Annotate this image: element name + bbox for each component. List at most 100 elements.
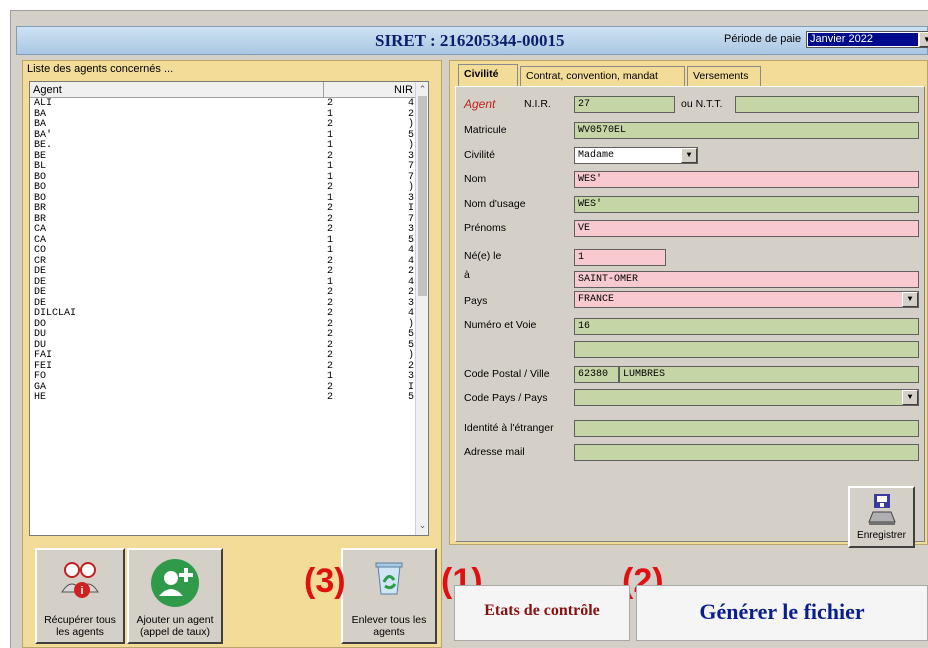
nom-field[interactable]: WES'	[574, 171, 919, 188]
agent-nir-cell: 2	[327, 350, 334, 361]
recuperer-agents-button[interactable]: i Récupérer tous les agents	[35, 548, 125, 644]
mail-field[interactable]	[574, 444, 919, 461]
table-row[interactable]: FAI 2)	[30, 350, 417, 362]
voie-complement-field[interactable]	[574, 341, 919, 358]
scroll-down-icon[interactable]: ⌄	[417, 519, 428, 531]
agent-nir-end-cell: )	[408, 119, 415, 130]
table-row[interactable]: DE 2 2	[30, 266, 417, 278]
nir-label: N.I.R.	[524, 98, 551, 110]
agent-name-cell: BA	[34, 119, 47, 130]
periode-select[interactable]: Janvier 2022 ▼	[806, 31, 928, 48]
table-row[interactable]: BR 2 7	[30, 214, 417, 226]
tab-versements[interactable]: Versements	[687, 66, 761, 86]
scroll-thumb[interactable]	[418, 96, 427, 296]
generer-fichier-button[interactable]: Générer le fichier	[636, 585, 928, 641]
matricule-field[interactable]: WV0570EL	[574, 122, 919, 139]
agent-nir-cell: 2	[327, 329, 334, 340]
table-row[interactable]: FEI 2 2	[30, 361, 417, 373]
table-row[interactable]: DE 2 3	[30, 298, 417, 310]
agent-nir-end-cell: 5	[408, 329, 415, 340]
table-row[interactable]: BO 1 3	[30, 193, 417, 205]
etranger-label: Identité à l'étranger	[464, 422, 554, 434]
code-pays-select[interactable]: ▼	[574, 389, 919, 406]
table-row[interactable]: DE 1 4	[30, 277, 417, 289]
nom-usage-field[interactable]: WES'	[574, 196, 919, 213]
column-header-nir[interactable]: NIR	[323, 82, 417, 98]
tab-civilite[interactable]: Civilité	[458, 64, 518, 87]
table-row[interactable]: BL 1 7	[30, 161, 417, 173]
civilite-label: Civilité	[464, 149, 495, 161]
svg-text:i: i	[80, 585, 83, 597]
agent-nir-cell: 2	[327, 308, 334, 319]
etats-controle-button[interactable]: Etats de contrôle	[454, 585, 630, 641]
voie-field[interactable]: 16	[574, 318, 919, 335]
table-row[interactable]: DU 2 5	[30, 340, 417, 352]
agent-name-cell: BO	[34, 182, 47, 193]
agent-details-panel: Civilité Contrat, convention, mandat Ver…	[449, 60, 928, 545]
table-row[interactable]: ALI 2 4	[30, 98, 417, 110]
table-row[interactable]: CA 2 3	[30, 224, 417, 236]
siret-title: SIRET : 216205344-00015	[375, 31, 565, 50]
agent-name-cell: DE	[34, 266, 47, 277]
chevron-down-icon[interactable]: ▼	[681, 148, 697, 163]
save-disk-icon	[868, 494, 896, 525]
civilite-value: Madame	[578, 150, 615, 161]
enlever-agents-button[interactable]: Enlever tous les agents	[341, 548, 437, 644]
table-row[interactable]: DE 2 2	[30, 287, 417, 299]
etranger-field[interactable]	[574, 420, 919, 437]
table-row[interactable]: CO 1 4	[30, 245, 417, 257]
ville-field[interactable]: LUMBRES	[619, 366, 919, 383]
table-row[interactable]: FO 1 3	[30, 371, 417, 383]
agent-rows: ALI 2 4 BA 1 2 BA 2) BA' 1 5 BE. 1) BE 2 3 BL 1 7 BO 1 7 BO 2) B…	[30, 98, 417, 404]
list-scrollbar[interactable]: ⌃ ⌄	[415, 82, 428, 535]
matricule-label: Matricule	[464, 124, 507, 136]
tab-contrat[interactable]: Contrat, convention, mandat	[520, 66, 685, 86]
agent-name-cell: BR	[34, 203, 47, 214]
chevron-down-icon[interactable]: ▼	[902, 292, 918, 307]
agent-nir-end-cell: I	[408, 203, 415, 214]
table-row[interactable]: CR 2 4	[30, 256, 417, 268]
lieu-field[interactable]: SAINT-OMER	[574, 271, 919, 288]
nom-label: Nom	[464, 173, 487, 185]
enregistrer-label: Enregistrer	[857, 530, 906, 541]
prenoms-label: Prénoms	[464, 222, 507, 234]
agent-nir-cell: 2	[327, 266, 334, 277]
table-row[interactable]: DU 2 5	[30, 329, 417, 341]
prenoms-field[interactable]: VE	[574, 220, 919, 237]
table-row[interactable]: DO 2)	[30, 319, 417, 331]
table-row[interactable]: DILCLAI 2 4	[30, 308, 417, 320]
table-row[interactable]: BA 1 2	[30, 109, 417, 121]
code-postal-field[interactable]: 62380	[574, 366, 619, 383]
chevron-down-icon[interactable]: ▼	[902, 390, 918, 405]
agents-list-caption: Liste des agents concernés ...	[27, 63, 174, 75]
add-user-icon	[151, 559, 199, 607]
table-row[interactable]: HE 2 5	[30, 392, 417, 404]
agent-name-cell: FO	[34, 371, 47, 382]
ajouter-agent-button[interactable]: Ajouter un agent (appel de taux)	[127, 548, 223, 644]
annotation-3: (3)	[304, 562, 346, 600]
agent-nir-cell: 2	[327, 182, 334, 193]
nom-usage-label: Nom d'usage	[464, 198, 526, 210]
ntt-field[interactable]	[735, 96, 919, 113]
nir-field[interactable]: 27	[574, 96, 675, 113]
scroll-up-icon[interactable]: ⌃	[417, 83, 428, 95]
enregistrer-button[interactable]: Enregistrer	[848, 486, 915, 548]
agent-name-cell: ALI	[34, 98, 53, 109]
table-row[interactable]: BA 2)	[30, 119, 417, 131]
table-row[interactable]: BE 2 3	[30, 151, 417, 163]
table-row[interactable]: BR 2 I	[30, 203, 417, 215]
table-row[interactable]: GA 2 I	[30, 382, 417, 394]
naissance-field[interactable]: 1	[574, 249, 666, 266]
chevron-down-icon[interactable]: ▼	[919, 32, 928, 47]
table-row[interactable]: CA 1 5	[30, 235, 417, 247]
list-header: Agent NIR	[30, 82, 417, 98]
table-row[interactable]: BO 1 7	[30, 172, 417, 184]
pays-select[interactable]: FRANCE ▼	[574, 291, 919, 308]
column-header-agent[interactable]: Agent	[33, 84, 62, 96]
agents-list[interactable]: Agent NIR ALI 2 4 BA 1 2 BA 2) BA' 1 5 BE. 1) BE 2 3 BL 1…	[29, 81, 429, 536]
civilite-select[interactable]: Madame ▼	[574, 147, 698, 164]
table-row[interactable]: BO 2)	[30, 182, 417, 194]
agent-nir-cell: 2	[327, 224, 334, 235]
table-row[interactable]: BE. 1)	[30, 140, 417, 152]
table-row[interactable]: BA' 1 5	[30, 130, 417, 142]
